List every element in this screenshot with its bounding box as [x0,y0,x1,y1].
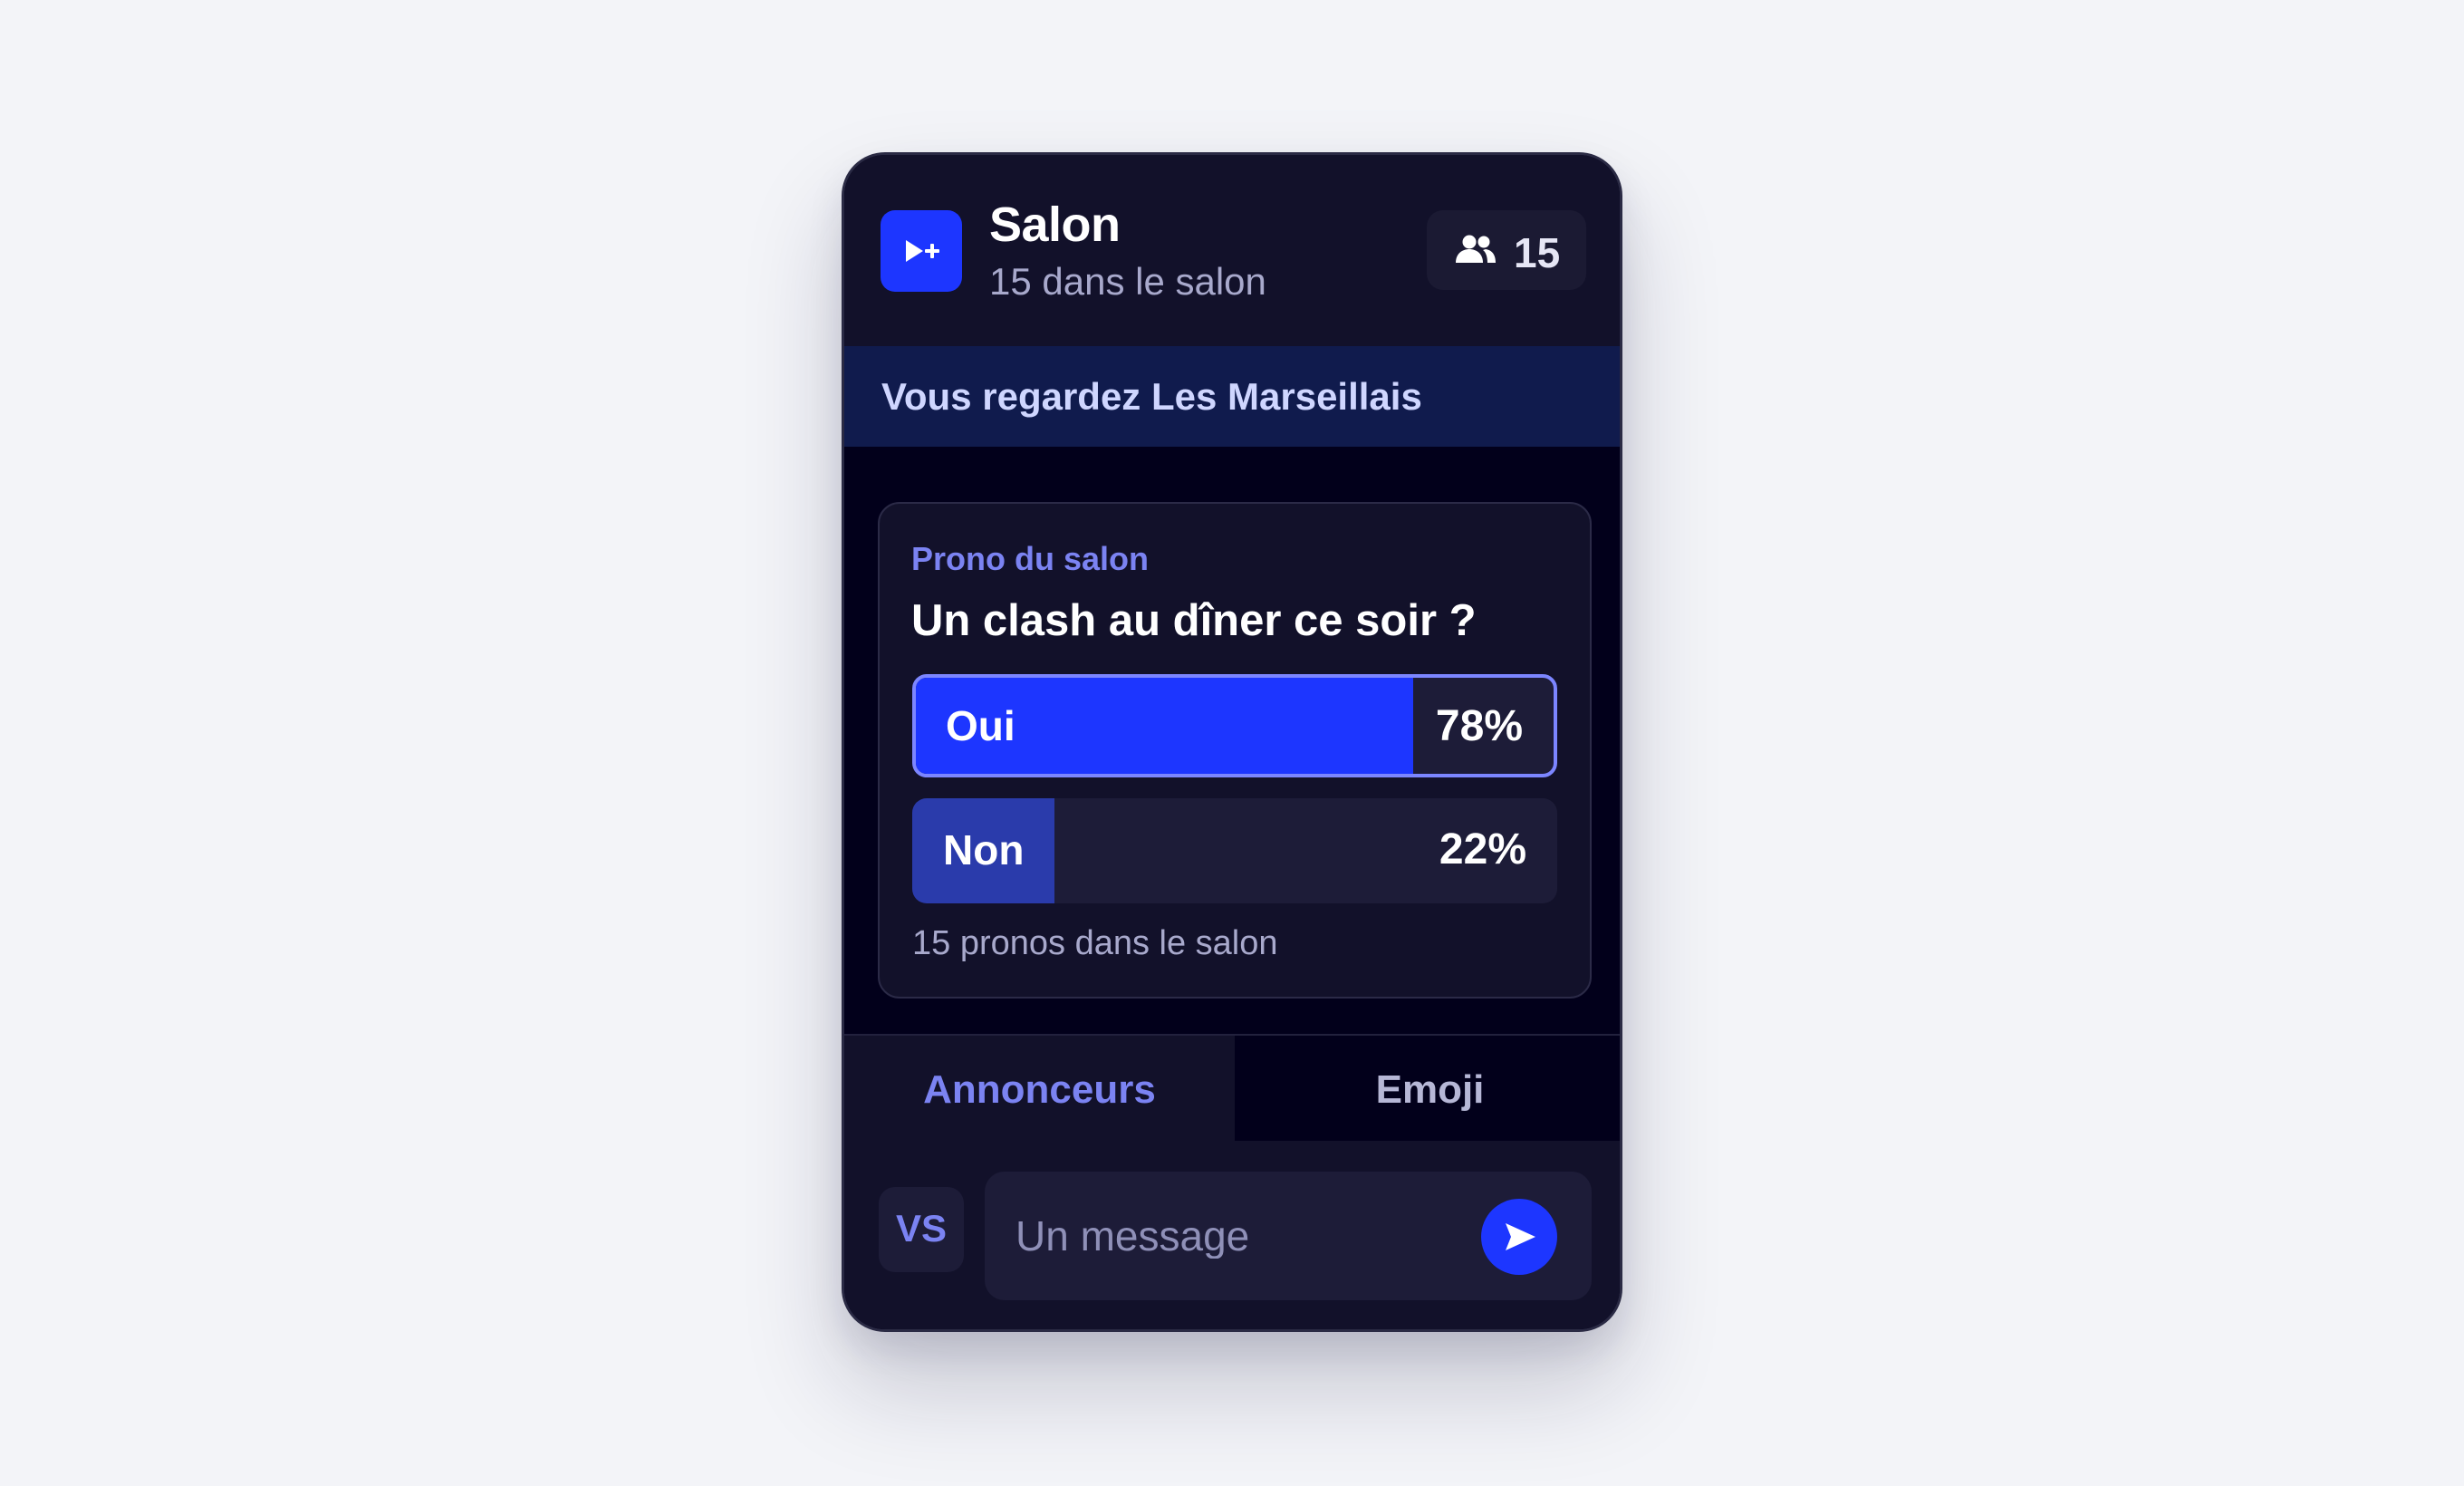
room-subtitle: 15 dans le salon [989,260,1266,303]
tab-label: Annonceurs [923,1067,1156,1112]
people-icon [1456,235,1496,263]
viewer-count: 15 [1514,229,1561,276]
avatar[interactable]: VS [879,1187,964,1272]
avatar-initials: VS [895,1207,948,1250]
message-input[interactable] [1015,1213,1450,1259]
play-plus-icon [906,240,939,262]
message-box [985,1172,1592,1300]
room-logo [881,210,962,292]
now-watching-text: Vous regardez Les Marseillais [881,375,1422,418]
now-watching-banner: Vous regardez Les Marseillais [844,346,1620,447]
viewer-count-button[interactable]: 15 [1427,210,1586,290]
poll-question: Un clash au dîner ce soir ? [911,596,1477,645]
tab-label: Emoji [1375,1067,1485,1112]
send-arrow-icon [1506,1223,1535,1250]
poll-option-percent: 78% [1435,702,1523,750]
poll-card: Prono du salon Un clash au dîner ce soir… [878,502,1592,999]
poll-label: Prono du salon [911,540,1150,577]
poll-option-label: Oui [946,702,1015,749]
message-composer: VS [844,1141,1620,1329]
poll-option-label: Non [943,826,1025,873]
poll-option-non[interactable]: Non 22% [912,798,1557,903]
tab-emoji[interactable]: Emoji [1235,1036,1620,1141]
room-title: Salon [989,198,1121,252]
room-panel: Salon 15 dans le salon 15 Vous regardez … [842,152,1622,1332]
room-header: Salon 15 dans le salon 15 [844,155,1620,346]
poll-option-oui[interactable]: Oui 78% [912,674,1557,777]
poll-option-percent: 22% [1439,825,1526,873]
poll-footer: 15 pronos dans le salon [912,924,1278,962]
send-button[interactable] [1481,1199,1557,1275]
tab-announcers[interactable]: Annonceurs [844,1036,1235,1141]
